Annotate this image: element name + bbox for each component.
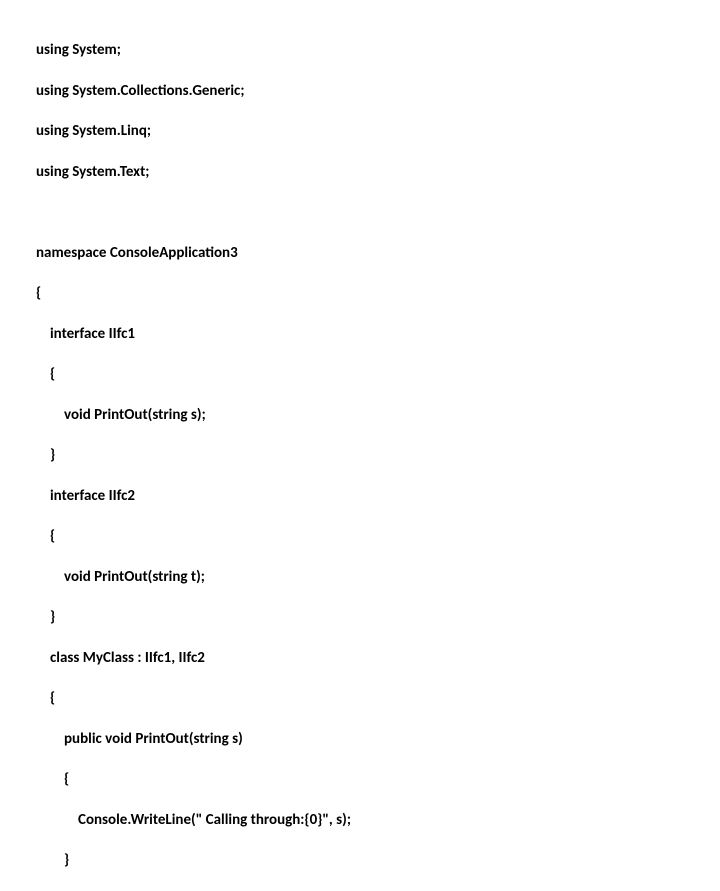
code-line: class MyClass : IIfc1, IIfc2 xyxy=(36,648,720,668)
code-line: using System.Collections.Generic; xyxy=(36,81,720,101)
code-line: } xyxy=(36,850,720,870)
code-line: { xyxy=(36,688,720,708)
code-line: } xyxy=(36,607,720,627)
code-line: void PrintOut(string t); xyxy=(36,567,720,587)
code-line: namespace ConsoleApplication3 xyxy=(36,243,720,263)
code-line: public void PrintOut(string s) xyxy=(36,729,720,749)
code-line: using System.Linq; xyxy=(36,121,720,141)
code-line: using System.Text; xyxy=(36,162,720,182)
code-line: { xyxy=(36,526,720,546)
code-line: Console.WriteLine(" Calling through:{0}"… xyxy=(36,810,720,830)
blank-line xyxy=(36,202,720,222)
code-snippet: using System; using System.Collections.G… xyxy=(36,20,720,891)
code-line: { xyxy=(36,364,720,384)
code-line: interface IIfc1 xyxy=(36,324,720,344)
code-line: { xyxy=(36,769,720,789)
code-line: interface IIfc2 xyxy=(36,486,720,506)
code-line: void PrintOut(string s); xyxy=(36,405,720,425)
code-line: } xyxy=(36,445,720,465)
code-line: using System; xyxy=(36,40,720,60)
code-line: { xyxy=(36,283,720,303)
